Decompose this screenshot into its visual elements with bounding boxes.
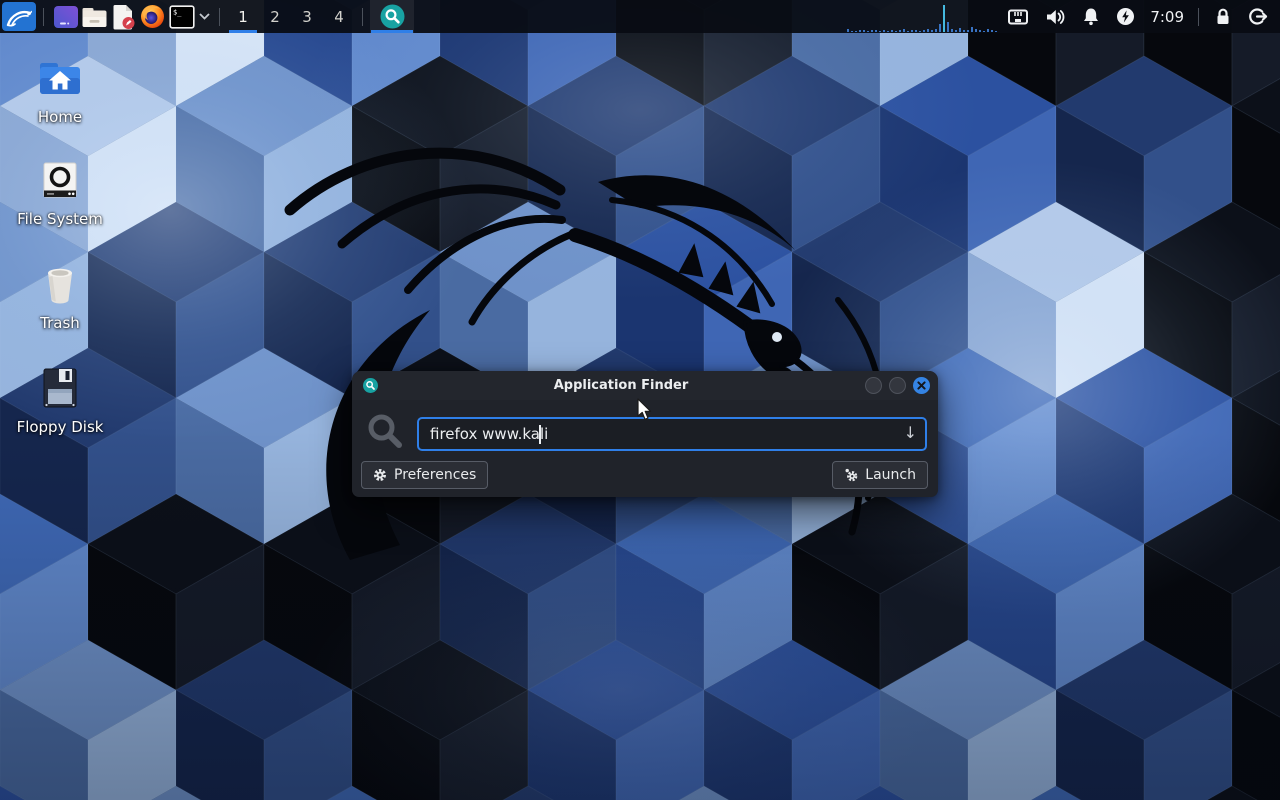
network-button[interactable] <box>1007 8 1029 26</box>
desktop-icon-label: Floppy Disk <box>17 418 104 436</box>
desktop-icon-floppy-disk[interactable]: Floppy Disk <box>18 364 102 436</box>
preferences-button[interactable]: Preferences <box>361 461 488 489</box>
panel-separator <box>362 8 363 26</box>
minimize-button[interactable] <box>865 377 882 394</box>
mouse-cursor <box>637 398 653 421</box>
preferences-label: Preferences <box>394 467 476 483</box>
launcher-firefox[interactable] <box>138 2 167 31</box>
notifications-button[interactable] <box>1082 7 1100 26</box>
desktop-icon-file-system[interactable]: File System <box>18 156 102 228</box>
desktop: Home File System Trash <box>0 0 1280 800</box>
entry-dropdown-arrow-icon[interactable]: ↓ <box>904 423 917 442</box>
search-input[interactable] <box>417 417 927 451</box>
floppy-disk-icon <box>36 364 84 412</box>
launcher-workspace-app[interactable] <box>51 2 80 31</box>
desktop-icon-label: Home <box>38 108 82 126</box>
gear-run-icon <box>844 468 858 482</box>
logout-button[interactable] <box>1248 7 1268 26</box>
cpu-graph[interactable] <box>845 0 999 33</box>
volume-button[interactable] <box>1045 8 1066 26</box>
power-bolt-icon <box>1116 7 1135 26</box>
logout-icon <box>1248 7 1268 26</box>
panel-right-zone: 7:09 <box>845 0 1280 33</box>
top-panel: $_ 1 2 3 4 <box>0 0 1280 33</box>
launcher-file-manager[interactable] <box>80 2 109 31</box>
gear-icon <box>373 468 387 482</box>
maximize-button[interactable] <box>889 377 906 394</box>
panel-separator <box>1198 8 1199 26</box>
workspace-button-4[interactable]: 4 <box>323 0 355 33</box>
document-edit-icon <box>112 4 136 30</box>
search-icon <box>366 412 404 450</box>
application-finder-window: Application Finder ↓ <box>352 371 938 497</box>
application-finder-task-icon <box>380 4 405 29</box>
workspace-number: 4 <box>334 8 344 26</box>
workspace-number: 3 <box>302 8 312 26</box>
applications-menu-button[interactable] <box>2 2 36 31</box>
workspace-button-2[interactable]: 2 <box>259 0 291 33</box>
launch-label: Launch <box>865 467 916 483</box>
workspace-number: 2 <box>270 8 280 26</box>
application-finder-icon <box>363 378 378 393</box>
lock-screen-button[interactable] <box>1214 7 1232 26</box>
workspace-number: 1 <box>238 8 248 26</box>
workspace-button-3[interactable]: 3 <box>291 0 323 33</box>
launcher-terminal[interactable]: $_ <box>167 2 196 31</box>
purple-app-icon <box>53 5 79 29</box>
kali-logo-icon <box>6 5 32 29</box>
window-title: Application Finder <box>388 371 854 400</box>
firefox-icon <box>140 4 165 29</box>
desktop-icon-trash[interactable]: Trash <box>18 260 102 332</box>
titlebar[interactable]: Application Finder <box>352 371 938 400</box>
panel-separator <box>43 8 44 26</box>
desktop-icon-label: Trash <box>40 314 80 332</box>
close-button[interactable] <box>913 377 930 394</box>
trash-can-icon <box>36 260 84 308</box>
taskbar-application-finder-button[interactable] <box>370 0 414 33</box>
workspace-button-1[interactable]: 1 <box>227 0 259 33</box>
hard-drive-icon <box>36 156 84 204</box>
home-folder-icon <box>36 54 84 102</box>
desktop-icon-home[interactable]: Home <box>18 54 102 126</box>
desktop-icon-label: File System <box>17 210 103 228</box>
panel-separator <box>219 8 220 26</box>
launch-button[interactable]: Launch <box>832 461 928 489</box>
launcher-text-editor[interactable] <box>109 2 138 31</box>
lock-icon <box>1214 7 1232 26</box>
terminal-icon: $_ <box>169 5 195 29</box>
power-manager-button[interactable] <box>1116 7 1135 26</box>
volume-icon <box>1045 8 1066 26</box>
text-caret <box>539 425 541 444</box>
search-entry-wrap: ↓ <box>417 417 927 451</box>
svg-text:$_: $_ <box>173 8 182 16</box>
ethernet-icon <box>1007 8 1029 26</box>
bell-icon <box>1082 7 1100 26</box>
chevron-down-icon <box>199 13 210 20</box>
folder-icon <box>81 5 108 29</box>
clock[interactable]: 7:09 <box>1150 8 1184 26</box>
close-icon <box>917 381 926 390</box>
terminal-dropdown-button[interactable] <box>196 2 212 31</box>
